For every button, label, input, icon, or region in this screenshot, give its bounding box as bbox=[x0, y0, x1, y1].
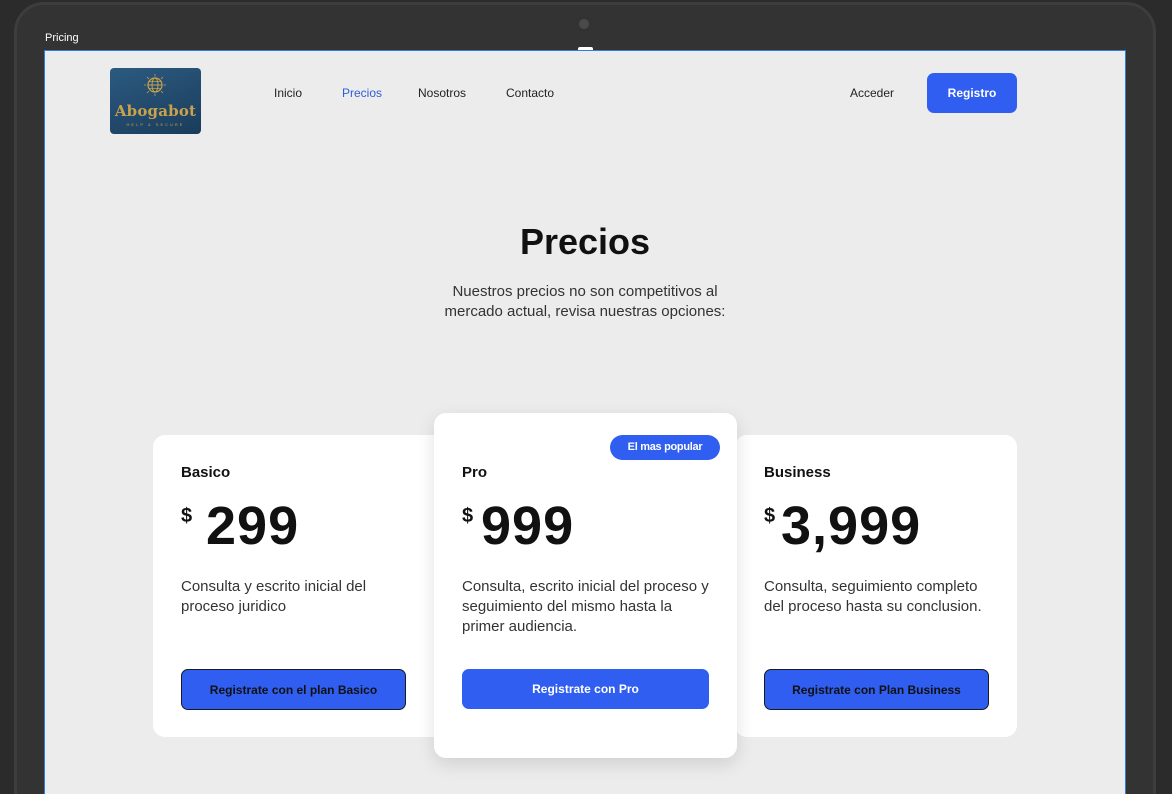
currency-symbol: $ bbox=[764, 505, 776, 527]
price-amount: 299 bbox=[206, 496, 300, 556]
frame-label: Pricing bbox=[45, 32, 79, 44]
currency-symbol: $ bbox=[462, 505, 474, 527]
plan-name: Pro bbox=[462, 464, 488, 481]
plan-description: Consulta, escrito inicial del proceso y … bbox=[462, 578, 709, 635]
plan-description: Consulta y escrito inicial del proceso j… bbox=[181, 578, 367, 615]
nav-link-nosotros[interactable]: Nosotros bbox=[418, 86, 466, 100]
currency-symbol: $ bbox=[181, 505, 193, 527]
plan-description: Consulta, seguimiento completo del proce… bbox=[764, 578, 982, 615]
page-subtitle: Nuestros precios no son competitivos al … bbox=[444, 283, 726, 320]
nav-link-inicio[interactable]: Inicio bbox=[274, 86, 302, 100]
login-link[interactable]: Acceder bbox=[850, 86, 894, 100]
nav-link-contacto[interactable]: Contacto bbox=[506, 86, 554, 100]
register-basico-button[interactable]: Registrate con el plan Basico bbox=[181, 669, 406, 710]
camera-dot bbox=[579, 19, 589, 29]
page-title: Precios bbox=[519, 221, 651, 262]
register-business-button[interactable]: Registrate con Plan Business bbox=[764, 669, 989, 710]
register-button[interactable]: Registro bbox=[927, 73, 1017, 113]
logo-brand: Abogabot bbox=[114, 102, 197, 120]
plan-card-business: Business $ 3,999 Consulta, seguimiento c… bbox=[735, 435, 1017, 737]
plan-name: Basico bbox=[181, 464, 231, 481]
plan-card-pro: El mas popular Pro $ 999 Consulta, escri… bbox=[434, 413, 737, 758]
logo-tagline: HELP & SECURE bbox=[126, 122, 185, 127]
register-pro-button[interactable]: Registrate con Pro bbox=[462, 669, 709, 709]
price-amount: 3,999 bbox=[781, 496, 922, 556]
price-amount: 999 bbox=[481, 496, 575, 556]
logo[interactable]: Abogabot HELP & SECURE bbox=[110, 68, 201, 134]
page-screen: Abogabot HELP & SECURE Inicio Precios No… bbox=[44, 50, 1126, 794]
nav-link-precios[interactable]: Precios bbox=[342, 86, 382, 100]
popular-badge: El mas popular bbox=[610, 435, 720, 460]
globe-icon bbox=[144, 74, 166, 96]
plan-name: Business bbox=[764, 464, 831, 481]
plan-card-basico: Basico $ 299 Consulta y escrito inicial … bbox=[153, 435, 453, 737]
